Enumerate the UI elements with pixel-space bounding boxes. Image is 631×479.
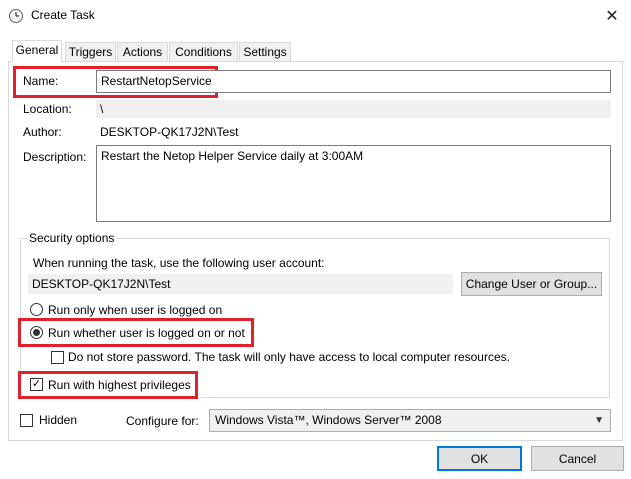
tab-settings[interactable]: Settings	[239, 42, 291, 61]
hidden-label: Hidden	[39, 413, 78, 427]
close-button[interactable]: ✕	[596, 2, 628, 30]
radio-logged-on[interactable]	[30, 303, 43, 316]
tab-conditions[interactable]: Conditions	[169, 42, 238, 61]
window-title: Create Task	[31, 8, 95, 22]
hidden-checkbox[interactable]	[20, 414, 33, 427]
configure-value: Windows Vista™, Windows Server™ 2008	[215, 413, 442, 427]
name-label: Name:	[23, 74, 59, 88]
ok-button[interactable]: OK	[437, 446, 522, 471]
configure-for-select[interactable]: Windows Vista™, Windows Server™ 2008 ▼	[209, 409, 611, 432]
highest-privileges-label: Run with highest privileges	[48, 378, 191, 392]
author-label: Author:	[23, 125, 62, 139]
do-not-store-label: Do not store password. The task will onl…	[68, 350, 510, 364]
location-label: Location:	[23, 102, 72, 116]
cancel-button[interactable]: Cancel	[531, 446, 624, 471]
configure-label: Configure for:	[126, 414, 199, 428]
radio-whether-label: Run whether user is logged on or not	[48, 326, 245, 340]
account-prompt: When running the task, use the following…	[33, 256, 325, 270]
description-label: Description:	[23, 150, 87, 164]
radio-logged-on-label: Run only when user is logged on	[48, 303, 223, 317]
change-user-button[interactable]: Change User or Group...	[461, 272, 602, 296]
location-value: \	[96, 100, 611, 118]
author-value: DESKTOP-QK17J2N\Test	[100, 125, 239, 139]
user-account-value: DESKTOP-QK17J2N\Test	[28, 274, 453, 294]
tab-actions[interactable]: Actions	[117, 42, 168, 61]
tab-general[interactable]: General	[12, 40, 62, 62]
description-field[interactable]: Restart the Netop Helper Service daily a…	[96, 145, 611, 222]
tab-triggers[interactable]: Triggers	[65, 42, 116, 61]
radio-whether[interactable]	[30, 326, 43, 339]
clock-icon	[8, 8, 24, 24]
do-not-store-checkbox[interactable]	[51, 351, 64, 364]
name-field[interactable]: RestartNetopService	[96, 70, 611, 93]
close-icon: ✕	[605, 8, 619, 25]
chevron-down-icon: ▼	[594, 415, 604, 426]
security-options-title: Security options	[27, 231, 117, 245]
highest-privileges-checkbox[interactable]: ✓	[30, 378, 43, 391]
